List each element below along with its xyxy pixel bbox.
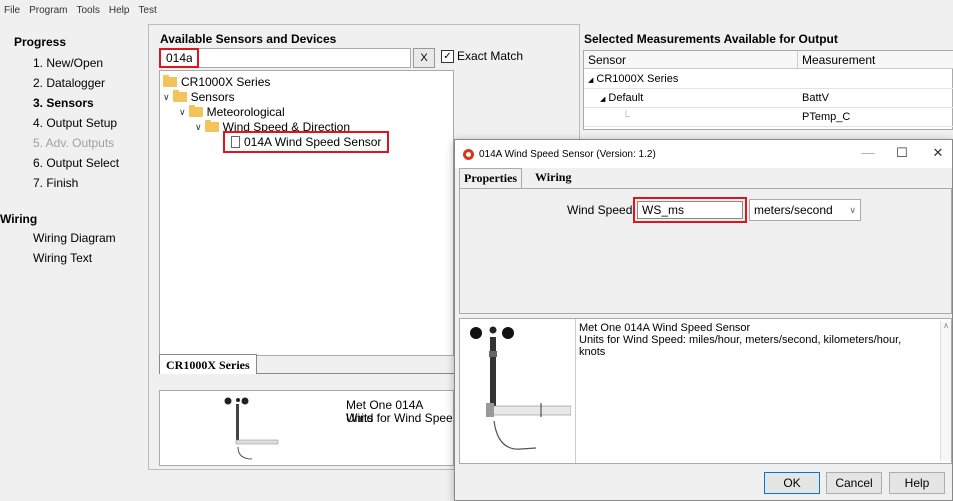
- tree-node-014a-sensor[interactable]: 014A Wind Speed Sensor: [223, 131, 390, 153]
- step-sensors[interactable]: 3. Sensors: [0, 93, 148, 113]
- table-row-sensor[interactable]: ◢ Default: [584, 89, 798, 108]
- measurements-table: Sensor Measurement ◢ CR1000X Series ◢ Defa…: [583, 50, 953, 130]
- anemometer-icon: [224, 397, 279, 460]
- menu-file[interactable]: File: [4, 5, 20, 16]
- desc-scrollbar[interactable]: ∧: [940, 321, 951, 461]
- tab-properties[interactable]: Properties: [459, 168, 523, 188]
- chevron-down-icon[interactable]: ∨: [163, 92, 170, 103]
- step-output-select[interactable]: 6. Output Select: [0, 153, 148, 173]
- menu-test[interactable]: Test: [138, 5, 156, 16]
- wind-speed-input[interactable]: WS_ms: [637, 201, 743, 219]
- ok-button[interactable]: OK: [764, 472, 820, 494]
- selected-title: Selected Measurements Available for Outp…: [584, 32, 838, 46]
- sensor-preview: Met One 014A Wind Units for Wind Spee: [159, 390, 454, 466]
- tree-node-meteorological[interactable]: ∨ Meteorological: [179, 105, 285, 119]
- step-datalogger[interactable]: 2. Datalogger: [0, 73, 148, 93]
- available-title: Available Sensors and Devices: [160, 32, 337, 46]
- tab-cr1000x-series[interactable]: CR1000X Series: [159, 354, 257, 374]
- app-icon: [463, 148, 474, 160]
- search-input[interactable]: [159, 48, 199, 68]
- desc-line-2: Units for Wind Speed: miles/hour, meters…: [579, 334, 902, 346]
- help-button[interactable]: Help: [889, 472, 945, 494]
- col-measurement-header[interactable]: Measurement: [798, 51, 953, 69]
- desc-line-3: knots: [579, 346, 606, 358]
- table-row-sensor[interactable]: ◢ CR1000X Series: [584, 70, 798, 89]
- tab-wiring[interactable]: Wiring: [531, 168, 575, 188]
- chevron-down-icon[interactable]: ∨: [195, 122, 202, 133]
- table-cell-measurement: PTemp_C: [798, 108, 953, 127]
- clear-search-button[interactable]: X: [413, 48, 435, 68]
- col-sensor-header[interactable]: Sensor: [584, 51, 798, 69]
- properties-panel: Wind Speed WS_ms meters/second ∨: [459, 188, 952, 314]
- description-panel: Met One 014A Wind Speed Sensor Units for…: [459, 318, 952, 464]
- close-button[interactable]: ✕: [927, 144, 949, 162]
- unit-select[interactable]: meters/second ∨: [749, 199, 861, 221]
- table-cell-measurement: [798, 70, 953, 89]
- document-icon: [231, 136, 240, 148]
- menu-program[interactable]: Program: [29, 5, 67, 16]
- folder-icon: [172, 90, 187, 102]
- wiring-heading: Wiring: [0, 212, 38, 226]
- minimize-button[interactable]: —: [857, 144, 879, 162]
- exact-match-checkbox[interactable]: ✓: [441, 50, 454, 63]
- search-input-extension[interactable]: [199, 48, 411, 68]
- menu-tools[interactable]: Tools: [76, 5, 99, 16]
- wiring-text-link[interactable]: Wiring Text: [0, 248, 148, 268]
- step-finish[interactable]: 7. Finish: [0, 173, 148, 193]
- tree-node-sensors[interactable]: ∨ Sensors: [163, 90, 235, 104]
- dialog-title: 014A Wind Speed Sensor (Version: 1.2): [479, 148, 656, 160]
- wind-speed-label: Wind Speed: [567, 203, 633, 217]
- sensor-dialog: 014A Wind Speed Sensor (Version: 1.2) — …: [454, 139, 953, 501]
- table-cell-measurement: BattV: [798, 89, 953, 108]
- tree-node-cr1000x[interactable]: CR1000X Series: [163, 75, 270, 89]
- divider: [575, 319, 576, 463]
- folder-icon: [163, 75, 177, 87]
- unit-select-value: meters/second: [754, 203, 833, 217]
- dialog-tabs: Properties Wiring: [459, 168, 952, 188]
- expand-icon[interactable]: ◢: [588, 77, 593, 84]
- anemometer-image: [470, 326, 571, 450]
- progress-heading: Progress: [14, 35, 67, 49]
- sensor-tree: CR1000X Series ∨ Sensors ∨ Meteorological …: [159, 70, 454, 356]
- maximize-button[interactable]: ☐: [891, 144, 913, 162]
- left-nav: Progress 1. New/Open 2. Datalogger 3. Se…: [0, 24, 148, 494]
- table-row-sensor[interactable]: └: [584, 108, 798, 127]
- exact-match-label: Exact Match: [457, 49, 524, 63]
- menu-help[interactable]: Help: [109, 5, 130, 16]
- folder-icon: [204, 120, 219, 132]
- step-new-open[interactable]: 1. New/Open: [0, 53, 148, 73]
- step-output-setup[interactable]: 4. Output Setup: [0, 113, 148, 133]
- cancel-button[interactable]: Cancel: [826, 472, 882, 494]
- step-adv-outputs: 5. Adv. Outputs: [33, 136, 115, 150]
- preview-line-2: Units for Wind Spee: [346, 411, 453, 425]
- chevron-down-icon[interactable]: ∨: [179, 107, 186, 118]
- expand-icon[interactable]: ◢: [600, 96, 605, 103]
- chevron-down-icon: ∨: [849, 204, 856, 215]
- menu-bar: File Program Tools Help Test: [0, 0, 953, 20]
- dialog-titlebar[interactable]: 014A Wind Speed Sensor (Version: 1.2) — …: [455, 140, 952, 168]
- desc-line-1: Met One 014A Wind Speed Sensor: [579, 322, 751, 334]
- wind-speed-field-highlight: WS_ms: [633, 197, 747, 223]
- wiring-diagram-link[interactable]: Wiring Diagram: [0, 228, 148, 248]
- folder-icon: [188, 105, 203, 117]
